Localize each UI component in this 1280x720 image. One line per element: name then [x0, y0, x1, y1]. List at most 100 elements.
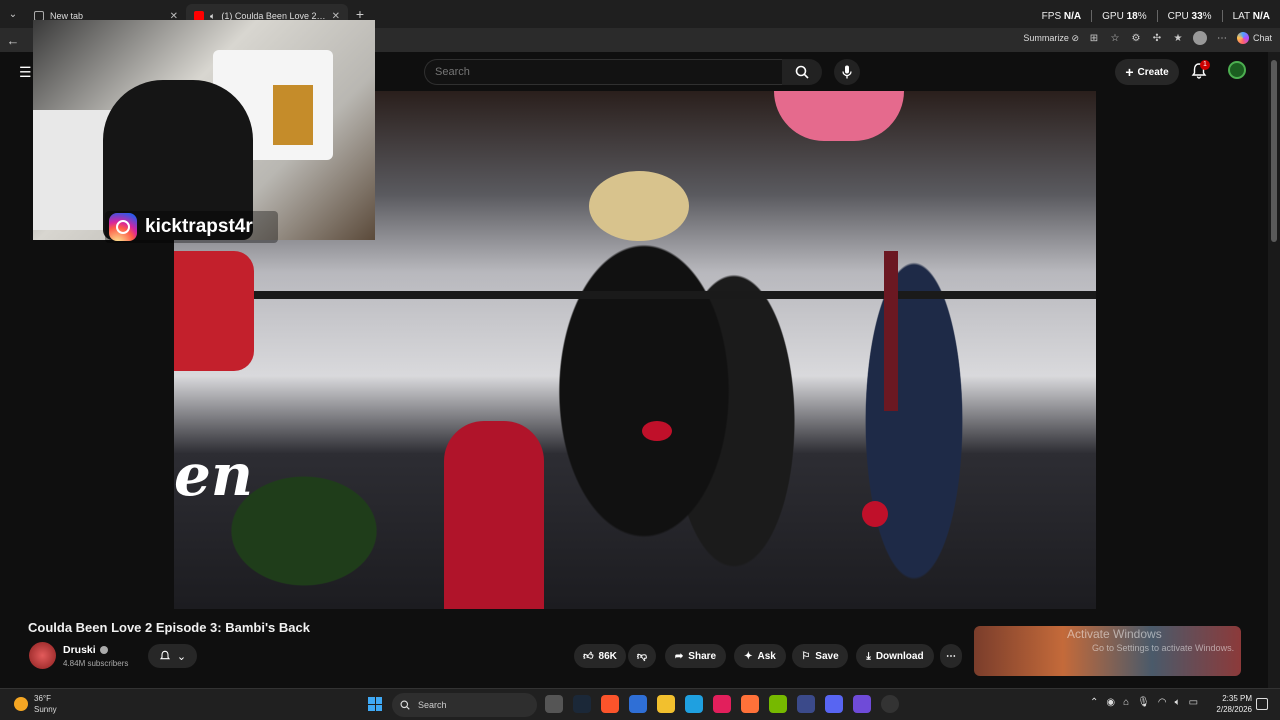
clock-time: 2:35 PM: [1222, 694, 1252, 703]
instagram-handle: kicktrapst4r: [145, 216, 253, 237]
like-button[interactable]: 👍︎ 86K: [574, 644, 626, 668]
firefox-icon[interactable]: [741, 695, 759, 713]
cpu-readout: CPU 33%: [1167, 10, 1212, 22]
task-view-icon[interactable]: [545, 695, 563, 713]
activate-windows-watermark: Activate Windows: [1067, 627, 1162, 641]
system-tray: ⌃ ◉ ⌂ 🎙︎ ◠ 🔈︎ ▭: [1090, 697, 1198, 708]
instagram-icon: [109, 213, 137, 241]
weather-widget[interactable]: 36°F Sunny: [14, 693, 57, 715]
weather-description: Sunny: [34, 705, 57, 714]
ask-label: Ask: [757, 650, 776, 662]
discord-icon[interactable]: [825, 695, 843, 713]
create-button[interactable]: + Create: [1115, 59, 1179, 85]
bookmark-icon: ⚐: [801, 650, 811, 662]
download-icon: ⤓: [866, 650, 871, 662]
clock-date: 2/28/2026: [1216, 705, 1252, 714]
profile-avatar[interactable]: [1192, 31, 1207, 45]
brave-browser-icon[interactable]: [601, 695, 619, 713]
download-button[interactable]: ⤓ Download: [856, 644, 934, 668]
copilot-chat-button[interactable]: Chat: [1236, 32, 1272, 44]
taskbar-search-label: Search: [418, 700, 447, 710]
battery-icon[interactable]: ▭: [1189, 697, 1198, 708]
chat-label: Chat: [1252, 33, 1272, 43]
taskbar-search-box[interactable]: Search: [392, 693, 537, 717]
video-title: Coulda Been Love 2 Episode 3: Bambi's Ba…: [28, 620, 310, 635]
search-icon: [400, 700, 410, 710]
app-grid-icon[interactable]: [853, 695, 871, 713]
more-options-icon[interactable]: ⋯: [1216, 32, 1228, 44]
capcut-icon[interactable]: [713, 695, 731, 713]
search-icon: [795, 65, 809, 79]
plus-icon: +: [1125, 64, 1134, 80]
share-button[interactable]: ➦ Share: [665, 644, 726, 668]
puzzle-icon[interactable]: ✣: [1151, 32, 1163, 44]
subscriber-count: 4.84M subscribers: [63, 659, 129, 668]
game-app-icon[interactable]: [881, 695, 899, 713]
page-scrollbar[interactable]: [1268, 52, 1280, 688]
microphone-icon[interactable]: 🎙︎: [1137, 697, 1150, 708]
divider: [1156, 10, 1158, 22]
divider: [1091, 10, 1093, 22]
video-scene-person-hair: [589, 171, 689, 241]
extensions-icon[interactable]: ⚙: [1130, 32, 1142, 44]
hamburger-menu-icon[interactable]: ☰: [19, 65, 33, 79]
split-screen-icon[interactable]: ⊞: [1088, 32, 1100, 44]
like-count: 86K: [598, 650, 617, 662]
sun-icon: [14, 697, 28, 711]
tab-actions-menu-button[interactable]: ⌄: [0, 0, 26, 28]
video-scene-railing: [174, 291, 1096, 299]
weather-temperature: 36°F: [34, 694, 51, 703]
account-avatar[interactable]: [1228, 61, 1246, 79]
collections-icon[interactable]: ★: [1172, 32, 1184, 44]
volume-icon[interactable]: 🔈︎: [1175, 697, 1181, 708]
chevron-down-icon: ⌄: [8, 8, 18, 20]
windows-start-icon[interactable]: [368, 697, 382, 711]
video-scene-red-dress: [444, 421, 544, 609]
channel-avatar[interactable]: [29, 642, 56, 669]
voice-search-button[interactable]: [834, 59, 860, 85]
channel-name[interactable]: Druski: [63, 644, 108, 656]
microphone-icon: [842, 65, 852, 79]
taskbar-pinned-apps: [545, 695, 899, 713]
notification-count-badge: 1: [1200, 60, 1210, 70]
more-actions-button[interactable]: ⋯: [940, 644, 962, 668]
notification-center-icon[interactable]: [1256, 698, 1268, 710]
file-explorer-icon[interactable]: [657, 695, 675, 713]
fps-readout: FPS N/A: [1041, 10, 1082, 22]
performance-overlay: FPS N/A GPU 18% CPU 33% LAT N/A: [1042, 10, 1270, 22]
search-input[interactable]: [424, 59, 782, 85]
scrollbar-thumb[interactable]: [1271, 60, 1277, 242]
network-icon[interactable]: ⌂: [1123, 697, 1129, 708]
back-button[interactable]: ←: [0, 33, 26, 48]
nvidia-icon[interactable]: [769, 695, 787, 713]
sparkle-icon: ✦: [744, 650, 753, 662]
edge-browser-icon[interactable]: [685, 695, 703, 713]
favorite-star-icon[interactable]: ☆: [1109, 32, 1121, 44]
video-scene-rose: [862, 501, 888, 527]
notepad-icon[interactable]: [629, 695, 647, 713]
create-label: Create: [1137, 66, 1169, 78]
steam-tray-icon[interactable]: ◉: [1106, 697, 1115, 708]
summarize-button[interactable]: Summarize ⊘: [1023, 33, 1079, 44]
thumbs-up-icon: 👍︎: [583, 651, 594, 662]
wifi-icon[interactable]: ◠: [1158, 697, 1167, 708]
arrow-left-icon: ←: [6, 32, 20, 48]
more-options-icon: ⋯: [946, 650, 956, 662]
system-clock[interactable]: 2:35 PM 2/28/2026: [1210, 693, 1252, 715]
download-label: Download: [875, 650, 924, 662]
share-arrow-icon: ➦: [674, 650, 684, 662]
webcam-poster: [273, 85, 313, 145]
video-scene-sign-lettering: en: [174, 441, 254, 509]
obs-icon[interactable]: [797, 695, 815, 713]
verified-badge-icon: [99, 646, 108, 655]
subscription-notification-button[interactable]: ⌄: [148, 644, 197, 668]
dislike-button[interactable]: 👎︎: [628, 644, 656, 668]
search-button[interactable]: [782, 59, 822, 85]
steam-icon[interactable]: [573, 695, 591, 713]
video-scene-rose: [642, 421, 672, 441]
save-button[interactable]: ⚐ Save: [792, 644, 848, 668]
activate-windows-subtext: Go to Settings to activate Windows.: [1092, 643, 1235, 653]
chevron-up-icon[interactable]: ⌃: [1090, 697, 1098, 708]
ask-button[interactable]: ✦ Ask: [734, 644, 786, 668]
save-label: Save: [815, 650, 839, 662]
